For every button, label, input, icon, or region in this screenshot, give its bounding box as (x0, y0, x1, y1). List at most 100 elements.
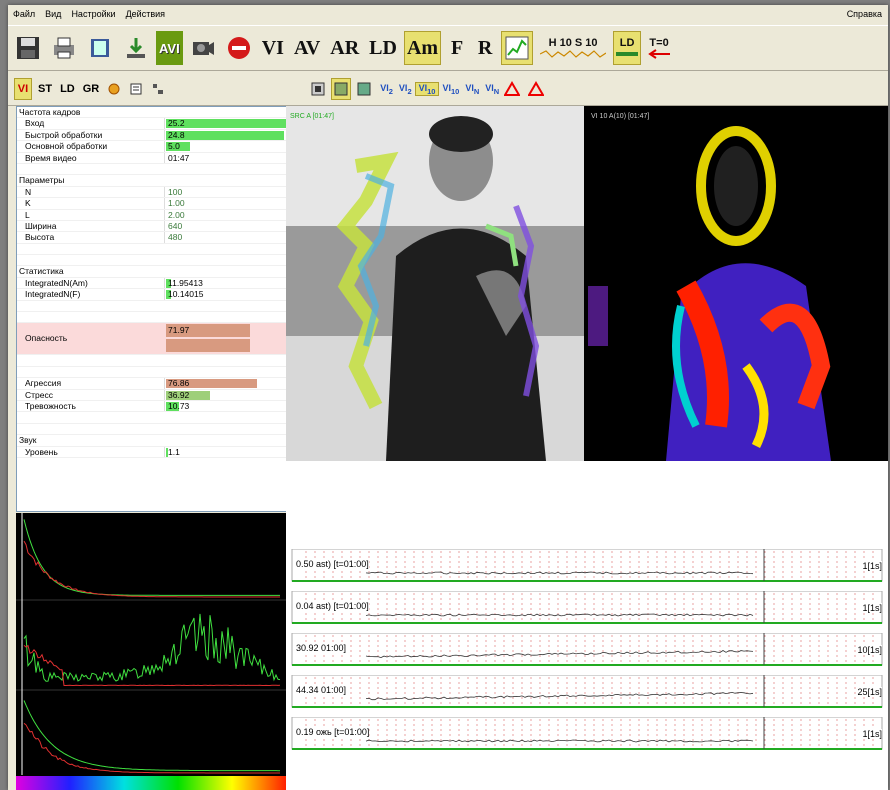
filter2-icon (357, 82, 371, 96)
print-button[interactable] (48, 31, 80, 65)
vi-button[interactable]: VI (259, 31, 287, 65)
ar-button[interactable]: AR (327, 31, 362, 65)
stop-button[interactable] (223, 31, 255, 65)
save-button[interactable] (12, 31, 44, 65)
column-separator (164, 118, 165, 129)
prop-key: Основной обработки (25, 141, 108, 152)
download-button[interactable] (120, 31, 152, 65)
wave-frame (291, 632, 883, 666)
floppy-icon (17, 37, 39, 59)
prop-value: 25.2 (168, 118, 185, 129)
spacer (17, 164, 287, 176)
tree-icon (153, 84, 164, 94)
prop-key: IntegratedN(Am) (25, 277, 88, 288)
list-button[interactable] (127, 78, 145, 100)
settings-book-button[interactable] (84, 31, 116, 65)
prop-key: Агрессия (25, 378, 62, 389)
tab-ld[interactable]: LD (58, 78, 77, 100)
spacer (17, 312, 287, 324)
wave-row: 0.04 ast) [t=01:00] 1[1s] (286, 590, 888, 625)
delta-a-button[interactable] (502, 78, 522, 100)
prop-key: Тревожность (25, 400, 76, 411)
delta-red-icon-2 (528, 81, 545, 96)
params-row: K 1.00 (17, 198, 287, 210)
menu-settings[interactable]: Настройки (66, 9, 120, 19)
vi10-f-label: VI (442, 82, 451, 93)
vin-button-f[interactable]: VIN (482, 83, 502, 96)
wave-right-label: 10[1s] (857, 645, 882, 655)
r-button[interactable]: R (473, 31, 497, 65)
ld-small-button[interactable]: LD (613, 31, 642, 65)
vin-f-label: VI (485, 82, 494, 93)
wave-label: 0.50 ast) [t=01:00] (296, 559, 369, 569)
circle-button[interactable] (105, 78, 123, 100)
vi2-button-f[interactable]: VI2 (396, 83, 415, 96)
prop-value: 36.92 (168, 389, 190, 400)
tab-gr[interactable]: GR (81, 78, 102, 100)
column-separator (164, 389, 165, 400)
prop-key: K (25, 198, 31, 209)
stats-row: IntegratedN(F) 10.14015 (17, 289, 287, 301)
column-separator (164, 198, 165, 209)
camera-button[interactable] (187, 31, 219, 65)
params-row: Высота 480 (17, 232, 287, 244)
sound-row: Уровень 1.1 (17, 446, 287, 458)
orange-dot-icon (108, 83, 120, 95)
wave-frame (291, 548, 883, 582)
ld-button[interactable]: LD (366, 31, 400, 65)
prop-key: IntegratedN(F) (25, 289, 81, 300)
secondary-toolbar: VI ST LD GR VI2 VI2 VI10 VI10 VIN VIN (8, 73, 888, 106)
vin-a-label: VI (465, 82, 474, 93)
video-svg: SRC A [01:47] VI 10 A(10) [01:47] (286, 106, 888, 461)
params-row: Ширина 640 (17, 220, 287, 233)
toggle-button-2[interactable] (331, 78, 352, 100)
vi10-button-f[interactable]: VI10 (439, 83, 462, 96)
delta-f-button[interactable] (526, 78, 546, 100)
tab-st[interactable]: ST (36, 78, 54, 100)
wave-label: 0.19 ожь [t=01:00] (296, 727, 370, 737)
wave-svg (291, 548, 883, 582)
spacer (17, 255, 287, 267)
tree-button[interactable] (149, 78, 167, 100)
t0-button[interactable]: T=0 (645, 31, 673, 65)
menu-file[interactable]: Файл (8, 9, 40, 19)
vibra-image: VI 10 A(10) [01:47] (588, 106, 888, 461)
frames-row: Время видео 01:47 (17, 152, 287, 164)
prop-key: Быстрой обработки (25, 129, 103, 140)
av-button[interactable]: AV (291, 31, 323, 65)
menu-view[interactable]: Вид (40, 9, 66, 19)
menu-help[interactable]: Справка (842, 9, 888, 19)
tab-vi[interactable]: VI (14, 78, 32, 100)
column-separator (164, 152, 165, 163)
am-button[interactable]: Am (403, 31, 442, 65)
graph-button[interactable] (501, 31, 534, 65)
danger-row: Опасность 71.97 (17, 323, 287, 356)
toggle-button-3[interactable] (355, 78, 373, 100)
wave-icon (540, 49, 607, 58)
prop-value: 480 (168, 232, 183, 243)
histogram-2 (23, 613, 281, 687)
f-button[interactable]: F (445, 31, 469, 65)
toggle-button-1[interactable] (309, 78, 327, 100)
h10-s10-button[interactable]: H 10 S 10 (537, 31, 609, 65)
vi10-button-a[interactable]: VI10 (414, 81, 440, 97)
menu-actions[interactable]: Действия (121, 9, 170, 19)
wave-svg (291, 590, 883, 624)
wave-right-label: 1[1s] (862, 561, 882, 571)
frames-row: Основной обработки 5.0 (17, 141, 287, 153)
source-caption: SRC A [01:47] (290, 113, 334, 120)
properties-panel: Частота кадров Вход 25.2 Быстрой обработки… (16, 106, 288, 512)
wave-row: 44.34 01:00] 25[1s] (286, 674, 888, 709)
vin-button-a[interactable]: VIN (462, 83, 482, 96)
prop-value: 100 (168, 186, 183, 197)
h10-label: H 10 (548, 36, 572, 49)
vi2-button-a[interactable]: VI2 (377, 83, 396, 96)
download-icon (127, 38, 145, 58)
prop-value: 10.73 (168, 400, 190, 411)
sound-rows: Уровень 1.1 (17, 446, 287, 458)
avi-button[interactable]: AVI (156, 31, 183, 65)
prop-value: 2.00 (168, 209, 185, 220)
t0-label: T=0 (649, 36, 669, 49)
wave-label: 30.92 01:00] (296, 643, 347, 653)
rainbow-scale (16, 776, 286, 790)
